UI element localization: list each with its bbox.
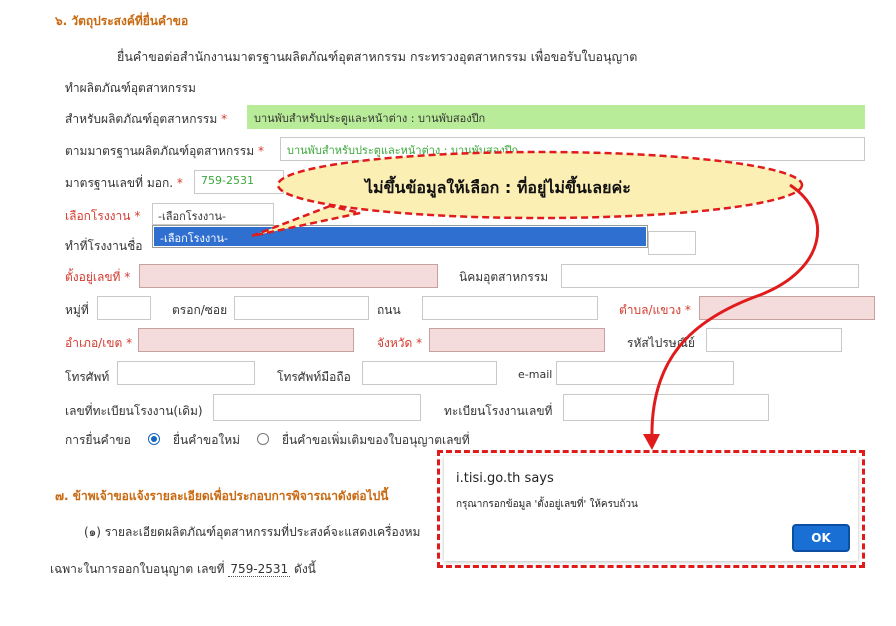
arrow-line	[650, 183, 820, 441]
alert-ok-button[interactable]: OK	[792, 524, 850, 552]
alert-origin: i.tisi.go.th says	[456, 471, 554, 486]
alert-dialog-outline: i.tisi.go.th says กรุณากรอกข้อมูล 'ตั้งอ…	[437, 450, 865, 568]
alert-message: กรุณากรอกข้อมูล 'ตั้งอยู่เลขที่' ให้ครบถ…	[456, 499, 638, 510]
callout-text: ไม่ขึ้นข้อมูลให้เลือก : ที่อยู่ไม่ขึ้นเล…	[365, 178, 631, 197]
callout-pointer	[251, 204, 361, 238]
alert-dialog: i.tisi.go.th says กรุณากรอกข้อมูล 'ตั้งอ…	[444, 456, 858, 561]
arrow-head	[643, 434, 660, 450]
